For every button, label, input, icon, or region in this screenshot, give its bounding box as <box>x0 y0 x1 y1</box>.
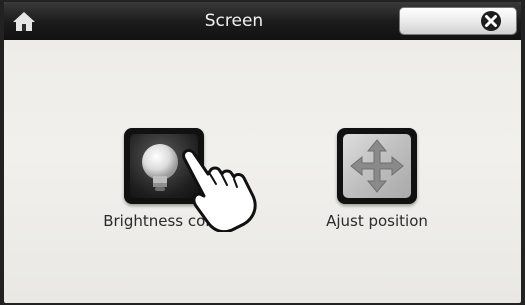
title-bar: Screen <box>4 2 521 40</box>
adjust-position-button[interactable] <box>337 128 417 204</box>
pointing-hand-icon <box>182 148 257 232</box>
adjust-position-item[interactable]: Ajust position <box>314 128 440 230</box>
device-frame: Screen Brightness color Ajust position <box>0 0 525 305</box>
adjust-position-label: Ajust position <box>326 212 428 230</box>
home-icon <box>13 12 35 31</box>
screen-area: Screen Brightness color Ajust position <box>4 2 521 303</box>
home-button[interactable] <box>10 8 38 34</box>
page-title: Screen <box>204 11 264 31</box>
move-arrows-icon <box>350 139 404 193</box>
close-icon <box>481 11 501 31</box>
close-button[interactable] <box>400 8 516 34</box>
